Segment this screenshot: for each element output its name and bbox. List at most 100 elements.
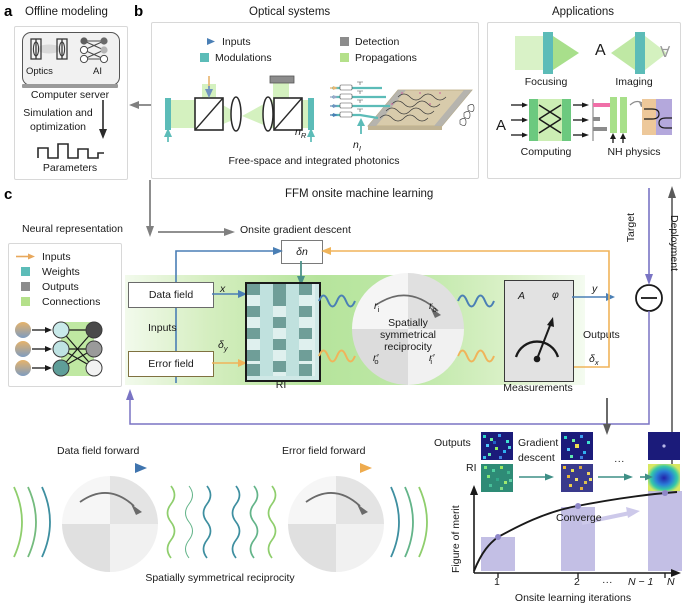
imaging-input-letter: A — [595, 42, 606, 59]
legend-label-propagations: Propagations — [355, 51, 417, 64]
n-R-label: nR — [295, 126, 307, 141]
reciprocity-squiggle-right — [228, 484, 284, 560]
chart-xlabel: Onsite learning iterations — [514, 592, 632, 604]
legend-item-detection: Detection — [340, 34, 399, 49]
neural-legend-label-outputs: Outputs — [42, 280, 79, 293]
legend-label-detection: Detection — [355, 35, 400, 48]
reciprocity-circle-left — [62, 476, 158, 572]
computing-input-letter: A — [496, 117, 507, 134]
neural-legend-connections: Connections — [16, 294, 100, 309]
square-icon — [21, 267, 30, 276]
ai-network-diagram — [77, 35, 113, 65]
computing-label: Computing — [520, 146, 572, 158]
gradient-descent-label-2: descent — [518, 452, 555, 464]
data-field-box: Data field — [128, 282, 214, 308]
panel-a: a Offline modeling Optics AI Computer se… — [0, 0, 140, 190]
gradient-arrow-3 — [640, 472, 654, 482]
chart-xtick-n-minus-1: N − 1 — [628, 576, 654, 588]
neural-legend-outputs: Outputs — [16, 279, 100, 294]
optics-label: Optics — [26, 66, 53, 77]
neural-legend-weights: Weights — [16, 264, 100, 279]
purple-feedback-loop — [118, 310, 653, 428]
square-icon — [21, 282, 30, 291]
integrated-photonics-diagram — [330, 78, 475, 144]
error-field-forward-label: Error field forward — [282, 445, 366, 457]
computing-diagram — [509, 97, 615, 143]
neural-legend-label-weights: Weights — [42, 265, 80, 278]
onsite-gradient-label: Onsite gradient descent — [240, 224, 351, 236]
focusing-diagram — [509, 30, 583, 76]
error-field-forward-arrow — [307, 462, 373, 474]
target-arrow — [642, 188, 656, 286]
onsite-gradient-arrow — [158, 226, 236, 238]
reciprocity-circle-right — [288, 476, 384, 572]
converge-label: Converge — [556, 512, 602, 524]
chart-xtick-2: 2 — [574, 576, 580, 588]
chart-xtick-1: 1 — [494, 576, 500, 588]
orange-feedback-path — [320, 243, 473, 255]
server-bar — [22, 84, 118, 88]
panel-a-title: Offline modeling — [25, 6, 108, 18]
legend-label-inputs: Inputs — [222, 35, 251, 48]
panel-b-title: Optical systems — [249, 6, 331, 18]
imaging-output-letter: ∀ — [660, 44, 671, 61]
deployment-label: Deployment — [668, 215, 680, 272]
simulation-label-1: Simulation and — [23, 107, 93, 119]
simulation-label-2: optimization — [29, 121, 87, 133]
gradient-arrow-1 — [519, 472, 555, 482]
neural-representation-title: Neural representation — [22, 223, 123, 235]
convergence-ri-label: RI — [466, 462, 477, 474]
square-icon — [200, 53, 209, 62]
gradient-arrow-2 — [598, 472, 634, 482]
gradient-descent-label-1: Gradient — [518, 437, 559, 449]
panel-c-letter: c — [4, 186, 13, 203]
target-label: Target — [625, 213, 637, 243]
parameters-label: Parameters — [42, 162, 98, 174]
legend-label-modulations: Modulations — [215, 51, 272, 64]
arrow-b-to-c — [143, 180, 157, 238]
applications-title: Applications — [551, 6, 614, 18]
applications-panel: Applications Focusing A ∀ Imaging A Comp… — [483, 0, 683, 182]
neural-legend: Inputs Weights Outputs Connections — [16, 249, 100, 309]
arrow-icon — [194, 37, 216, 46]
panel-b-letter: b — [134, 3, 144, 20]
chart-xtick-ellipsis: ··· — [602, 576, 613, 588]
neural-network-graphic — [14, 318, 118, 380]
data-field-label: Data field — [148, 289, 194, 301]
legend-item-propagations: Propagations — [340, 50, 417, 65]
neural-legend-label-connections: Connections — [42, 295, 101, 308]
square-icon — [21, 297, 30, 306]
arrow-icon — [16, 252, 36, 261]
reciprocity-squiggle-left — [163, 484, 219, 560]
panel-c-title: FFM onsite machine learning — [285, 188, 434, 200]
focusing-label: Focusing — [524, 76, 568, 88]
data-field-forward-arrow — [82, 462, 148, 474]
simulation-arrow — [95, 100, 111, 140]
convergence-chart — [462, 485, 682, 580]
legend-item-inputs: Inputs — [194, 34, 251, 49]
nh-physics-diagram — [606, 97, 674, 143]
neural-legend-inputs: Inputs — [16, 249, 100, 264]
data-field-forward-label: Data field forward — [57, 445, 140, 457]
neural-legend-label-inputs: Inputs — [42, 250, 71, 263]
reciprocity-bottom-caption: Spatially symmetrical reciprocity — [145, 572, 295, 584]
square-icon — [340, 37, 349, 46]
optics-diagram — [27, 36, 71, 66]
nh-physics-label: NH physics — [607, 146, 661, 158]
ai-label: AI — [93, 66, 102, 77]
chart-xtick-n: N — [667, 576, 675, 588]
convergence-arrow-down — [600, 398, 614, 436]
parameters-waveform — [36, 140, 106, 162]
convergence-ellipsis: ··· — [614, 455, 625, 467]
legend-item-modulations: Modulations — [194, 50, 272, 65]
square-icon — [340, 53, 349, 62]
delta-n-label: δn — [296, 246, 308, 258]
panel-b-caption: Free-space and integrated photonics — [228, 155, 400, 167]
reciprocity-wave-right — [385, 483, 435, 561]
chart-ylabel: Figure of merit — [450, 505, 462, 573]
chart-svg — [470, 485, 682, 578]
imaging-label: Imaging — [615, 76, 653, 88]
panel-a-letter: a — [4, 3, 13, 20]
convergence-outputs-label: Outputs — [434, 437, 471, 449]
reciprocity-wave-left-1 — [8, 483, 58, 561]
